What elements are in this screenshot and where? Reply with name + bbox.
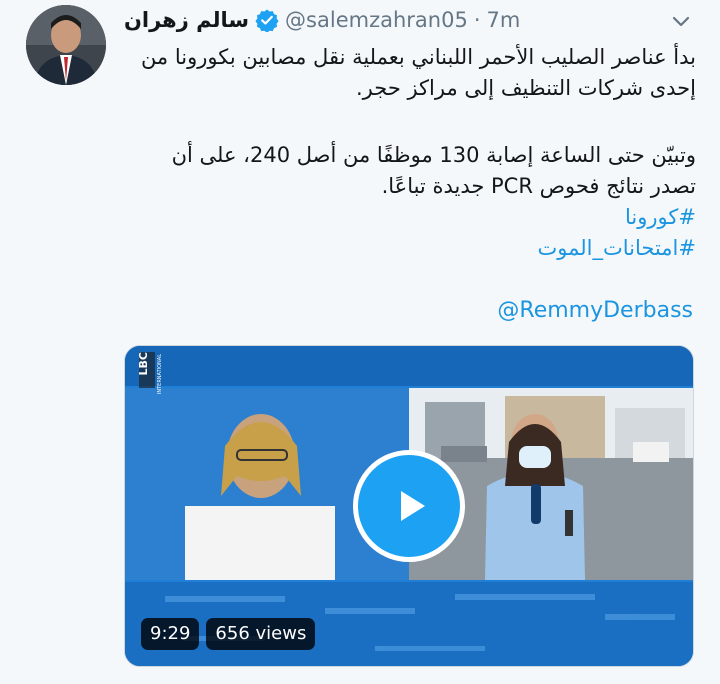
tweet: سالم زهران @salemzahran05 · 7m بدأ عناصر… [0, 0, 720, 684]
mention-link[interactable]: @RemmyDerbass [497, 298, 693, 323]
display-name[interactable]: سالم زهران [124, 8, 249, 32]
view-count: 656 views [206, 618, 316, 650]
play-icon [385, 482, 433, 530]
play-button[interactable] [353, 450, 465, 562]
channel-logo-subtext: INTERNATIONAL [157, 354, 163, 395]
tweet-text-line-2: إحدى شركات التنظيف إلى مراكز حجر. [356, 76, 696, 100]
author-handle[interactable]: @salemzahran05 [285, 8, 468, 32]
tweet-text-line-3: وتبيّن حتى الساعة إصابة 130 موظفًا من أص… [171, 143, 696, 167]
hashtag-link[interactable]: #كورونا [120, 202, 696, 233]
avatar[interactable] [26, 5, 106, 85]
hashtag-link[interactable]: #امتحانات_الموت [120, 233, 696, 264]
video-player[interactable]: LBC INTERNATIONAL 9:29 656 views [124, 345, 694, 667]
separator: · [473, 8, 481, 32]
tweet-text-line-4: تصدر نتائج فحوص PCR جديدة تباعًا. [381, 174, 696, 198]
channel-logo-text: LBC [137, 352, 150, 376]
tweet-header: سالم زهران @salemzahran05 · 7m [124, 4, 694, 36]
video-info-badges: 9:29 656 views [141, 618, 322, 650]
timestamp[interactable]: 7m [487, 8, 521, 32]
avatar-image [26, 5, 106, 85]
verified-badge-icon [255, 8, 279, 32]
channel-logo: LBC [137, 352, 155, 394]
tweet-text-line-1: بدأ عناصر الصليب الأحمر اللبناني بعملية … [140, 45, 696, 69]
video-duration: 9:29 [141, 618, 200, 650]
chevron-down-icon[interactable] [670, 10, 692, 32]
